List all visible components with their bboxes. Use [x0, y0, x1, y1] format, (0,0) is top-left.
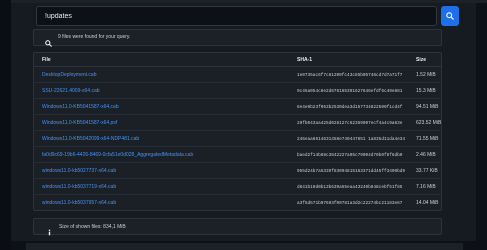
file-size: 71.55 MiB [416, 136, 439, 142]
sha1-value: baed2f14b68c3842227a05c79004d70b0f8f6db0 [297, 152, 403, 158]
file-link[interactable]: SSU-22621.4009-x64.cab [42, 88, 100, 94]
file-link[interactable]: fa0d9c69-19b6-4426-8469-0cfa51e0d028_Agg… [42, 152, 193, 158]
sha1-value: 955d24b7a5339f83094815163371dd45ff3409bd… [297, 168, 406, 174]
sha1-value: d841b10d0b13b639a55eaa43240b848cebf51f85 [297, 184, 403, 190]
table-row: windows11.0-kb5037719-x64.cab d841b10d0b1… [34, 179, 441, 195]
sha1-value: 9c45a054c8e2d876165391627646efdf6c49e881 [297, 88, 403, 94]
search-button[interactable] [441, 6, 459, 26]
page: 9 files were found for your query. File … [0, 0, 487, 250]
table-row: windows11.0-kb5037957-x64.cab a3f5d571b07… [34, 195, 441, 210]
file-size: 33.77 KiB [416, 168, 438, 174]
table-row: Windows11.0-KB5041587-x64.psf 29fb043aa42… [34, 115, 441, 131]
results-notice: 9 files were found for your query. [33, 29, 442, 47]
file-size: 623.52 MiB [416, 120, 442, 126]
table-row: Windows11.0-KB5041587-x64.cab 8e4e9b23f05… [34, 99, 441, 115]
file-link[interactable]: Windows11.0-KB5041587-x64.cab [42, 104, 119, 110]
file-link[interactable]: windows11.0-kb5037719-x64.cab [42, 184, 116, 190]
file-size: 7.16 MiB [416, 184, 436, 190]
sha1-value: 1e0735ac6f7c81200fc43c85b05748cd7d7a71f7 [297, 72, 403, 78]
table-row: DesktopDeployment.cab 1e0735ac6f7c81200fc… [34, 67, 441, 83]
info-icon [46, 223, 53, 241]
size-summary: Size of shown files: 834,1 MiB [33, 218, 442, 236]
total-size-text: Size of shown files: 834,1 MiB [59, 224, 126, 230]
file-size: 1.52 MiB [416, 72, 436, 78]
bottom-panel-edge [26, 243, 463, 250]
sha1-value: 8e4e9b23f053b2530dea3d157734822500f1cd4f [297, 104, 403, 110]
column-header-size[interactable]: Size [416, 57, 426, 63]
file-size: 14.04 MiB [416, 200, 439, 206]
left-frame [0, 0, 11, 250]
column-header-file[interactable]: File [42, 57, 51, 63]
table-row: Windows11.0-KB5042099-x64-NDP481.cab 246e… [34, 131, 441, 147]
results-count-text: 9 files were found for your query. [58, 34, 131, 40]
search-input[interactable] [36, 6, 437, 26]
file-size: 94.51 MiB [416, 104, 439, 110]
table-header: File SHA-1 Size [34, 53, 441, 67]
files-table: File SHA-1 Size DesktopDeployment.cab 1e0… [33, 52, 442, 211]
sha1-value: 246eaa6614631458e740447851 1a835d11da4e3… [297, 136, 406, 142]
search-icon [446, 7, 454, 25]
file-size: 15.3 MiB [416, 88, 436, 94]
file-link[interactable]: DesktopDeployment.cab [42, 72, 96, 78]
column-header-sha1[interactable]: SHA-1 [297, 57, 312, 63]
sha1-value: a3f5d571b07693f00781a3d2c22274bc21183e67 [297, 200, 403, 206]
table-row: windows11.0-kb5027737-x64.cab 955d24b7a53… [34, 163, 441, 179]
file-link[interactable]: windows11.0-kb5027737-x64.cab [42, 168, 116, 174]
file-link[interactable]: Windows11.0-KB5041587-x64.psf [42, 120, 117, 126]
table-row: SSU-22621.4009-x64.cab 9c45a054c8e2d87616… [34, 83, 441, 99]
table-row: fa0d9c69-19b6-4426-8469-0cfa51e0d028_Agg… [34, 147, 441, 163]
file-link[interactable]: windows11.0-kb5037957-x64.cab [42, 200, 116, 206]
search-icon [45, 34, 52, 52]
sha1-value: 29fb043aa425d028127c62359907ecf4a4c9a63e [297, 120, 403, 126]
file-size: 2.46 MiB [416, 152, 436, 158]
file-link[interactable]: Windows11.0-KB5042099-x64-NDP481.cab [42, 136, 139, 142]
